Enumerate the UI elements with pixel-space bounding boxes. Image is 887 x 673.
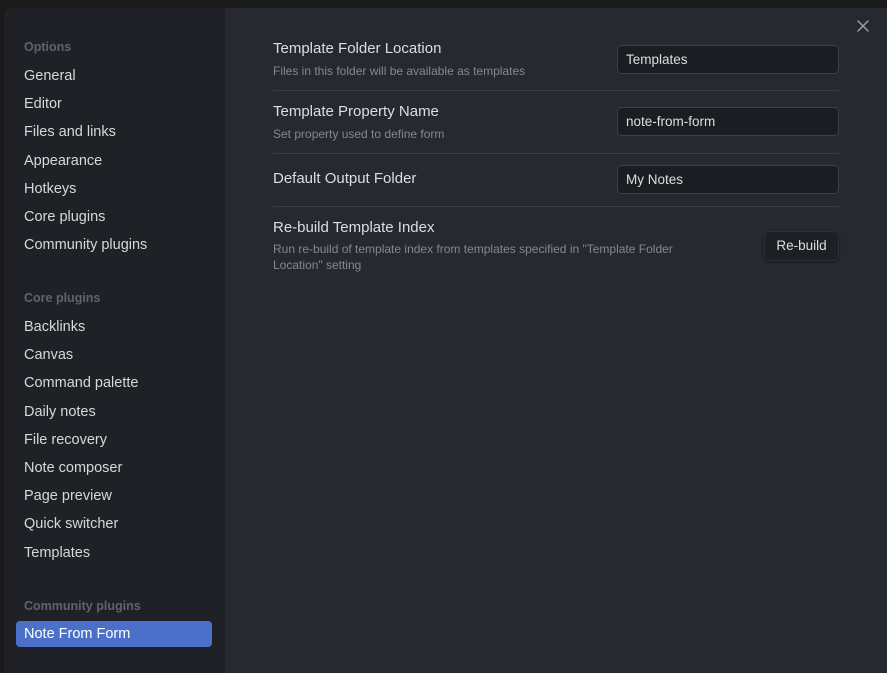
setting-template-property-name: Template Property Name [273,103,439,120]
setting-divider [273,206,839,207]
setting-output-folder-name: Default Output Folder [273,170,417,187]
sidebar-item-editor[interactable]: Editor [16,91,212,117]
sidebar-item-files-and-links[interactable]: Files and links [16,119,212,145]
sidebar-item-daily-notes[interactable]: Daily notes [16,399,212,425]
template-property-input[interactable] [617,107,839,136]
sidebar-item-templates[interactable]: Templates [16,540,212,566]
settings-modal: Options General Editor Files and links A… [4,8,887,673]
sidebar-section-options-title: Options [24,40,72,54]
sidebar-item-community-plugins[interactable]: Community plugins [16,232,212,258]
setting-divider [273,90,839,91]
close-icon [857,20,869,32]
sidebar-item-command-palette[interactable]: Command palette [16,370,212,396]
sidebar-item-page-preview[interactable]: Page preview [16,483,212,509]
setting-template-property-desc: Set property used to define form [273,127,445,141]
sidebar-item-note-composer[interactable]: Note composer [16,455,212,481]
sidebar-item-quick-switcher[interactable]: Quick switcher [16,511,212,537]
sidebar-item-core-plugins[interactable]: Core plugins [16,204,212,230]
sidebar-item-general[interactable]: General [16,63,212,89]
sidebar-section-community-plugins-title: Community plugins [24,599,141,613]
sidebar-section-core-plugins-title: Core plugins [24,291,101,305]
settings-content: Template Folder Location Files in this f… [225,8,887,673]
settings-sidebar: Options General Editor Files and links A… [4,8,225,673]
output-folder-input[interactable] [617,165,839,194]
close-button[interactable] [853,16,873,36]
setting-rebuild-index: Re-build Template Index Run re-build of … [273,219,839,279]
rebuild-button[interactable]: Re-build [764,231,839,261]
setting-rebuild-index-desc: Run re-build of template index from temp… [273,242,673,272]
setting-divider [273,153,839,154]
sidebar-item-appearance[interactable]: Appearance [16,148,212,174]
setting-template-folder-desc: Files in this folder will be available a… [273,64,526,78]
sidebar-item-file-recovery[interactable]: File recovery [16,427,212,453]
sidebar-item-backlinks[interactable]: Backlinks [16,314,212,340]
template-folder-input[interactable] [617,45,839,74]
sidebar-item-canvas[interactable]: Canvas [16,342,212,368]
sidebar-item-note-from-form[interactable]: Note From Form [16,621,212,647]
setting-template-folder-name: Template Folder Location [273,40,442,57]
setting-rebuild-index-name: Re-build Template Index [273,219,435,236]
sidebar-item-hotkeys[interactable]: Hotkeys [16,176,212,202]
